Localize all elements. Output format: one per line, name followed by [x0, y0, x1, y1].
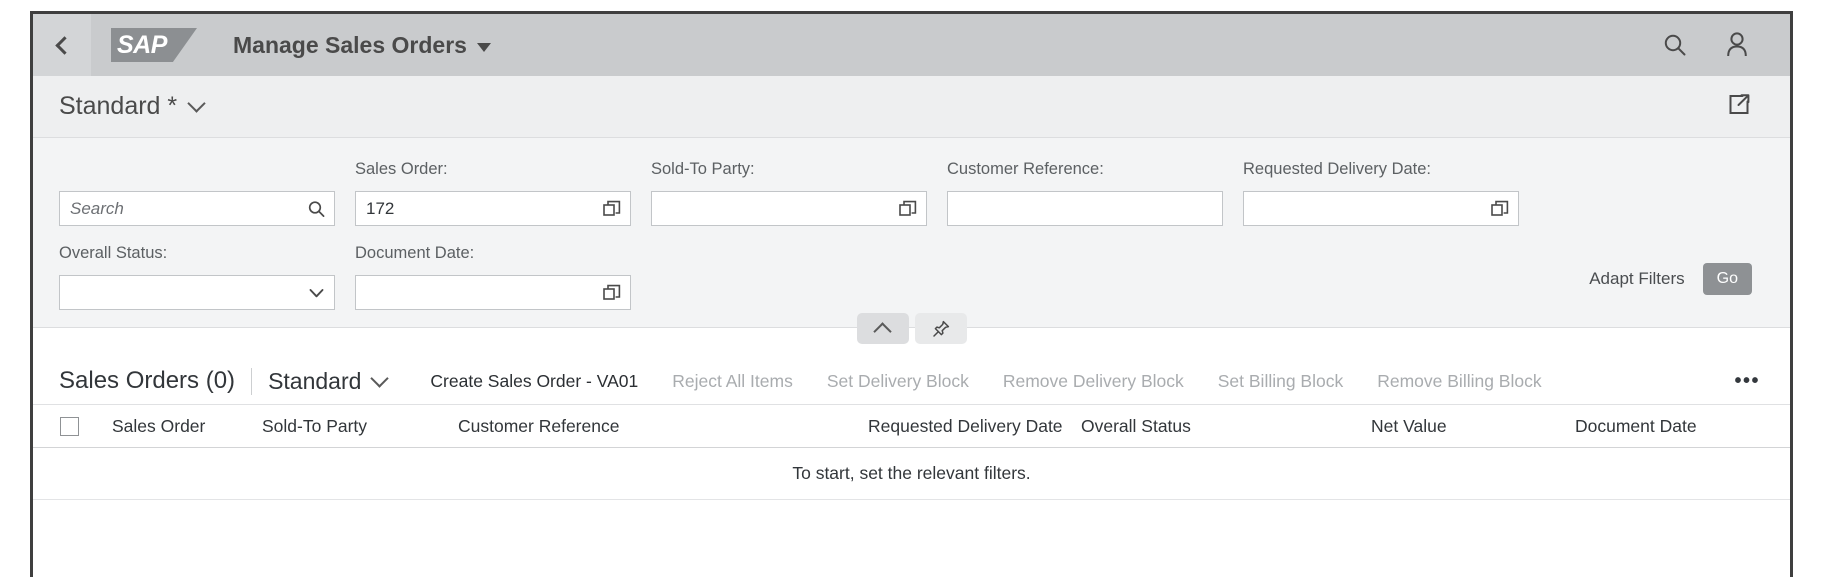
reject-all-items-button: Reject All Items — [672, 370, 793, 391]
shell-actions — [1662, 14, 1790, 76]
overall-status-input[interactable] — [60, 276, 334, 309]
filter-document-date-label: Document Date: — [355, 244, 475, 262]
back-chevron-icon — [55, 35, 74, 55]
chevron-down-icon — [187, 94, 206, 113]
pin-filter-bar-button[interactable] — [914, 313, 967, 344]
sap-logo-shape: SAP — [111, 28, 197, 62]
filter-actions: Adapt Filters Go — [1589, 263, 1752, 295]
document-date-field[interactable] — [355, 275, 631, 310]
filter-overall-status-cell: Overall Status: — [59, 244, 355, 310]
back-button[interactable] — [33, 14, 91, 76]
select-all-checkbox[interactable] — [60, 416, 79, 436]
filter-customer-reference-cell: Customer Reference: — [947, 160, 1243, 226]
sap-logo-text: SAP — [117, 31, 167, 59]
value-help-icon[interactable] — [602, 283, 622, 303]
column-header-net-value[interactable]: Net Value — [1371, 416, 1575, 437]
sold-to-party-input[interactable] — [652, 192, 926, 225]
filter-customer-reference-label: Customer Reference: — [947, 160, 1104, 178]
remove-delivery-block-button: Remove Delivery Block — [1002, 370, 1184, 391]
requested-delivery-date-input[interactable] — [1244, 192, 1518, 225]
sales-order-field[interactable] — [355, 191, 631, 226]
variant-selector[interactable]: Standard * — [59, 92, 206, 121]
filter-sales-order-cell: Sales Order: — [355, 160, 651, 226]
document-date-input[interactable] — [356, 276, 630, 309]
column-header-requested-delivery-date[interactable]: Requested Delivery Date — [868, 416, 1081, 437]
table-empty-message: To start, set the relevant filters. — [792, 463, 1031, 483]
filter-bar-toggle-strip — [33, 313, 1790, 344]
app-title-text: Manage Sales Orders — [233, 31, 467, 58]
filter-document-date-cell: Document Date: — [355, 244, 651, 310]
set-delivery-block-button: Set Delivery Block — [826, 370, 969, 391]
table-variant-selector[interactable]: Standard — [268, 367, 390, 395]
set-billing-block-button: Set Billing Block — [1217, 370, 1344, 391]
shell-header: SAP Manage Sales Orders — [33, 14, 1790, 76]
search-icon[interactable] — [1662, 32, 1688, 58]
column-header-sales-order[interactable]: Sales Order — [112, 416, 262, 437]
filter-bar: Sales Order: Sold-To Party: — [33, 138, 1790, 344]
chevron-down-icon — [370, 369, 390, 388]
filter-overall-status-label: Overall Status: — [59, 244, 168, 262]
table-variant-label: Standard — [268, 367, 362, 394]
sold-to-party-field[interactable] — [651, 191, 927, 226]
table-action-buttons: Create Sales Order - VA01 Reject All Ite… — [430, 370, 1764, 393]
customer-reference-input[interactable] — [948, 192, 1222, 225]
filter-requested-delivery-date-cell: Requested Delivery Date: — [1243, 160, 1539, 226]
go-button[interactable]: Go — [1702, 263, 1752, 295]
table-footer-spacer — [33, 500, 1790, 518]
search-input[interactable] — [60, 192, 334, 225]
app-screenshot: SAP Manage Sales Orders Standard * Searc… — [0, 0, 1823, 587]
sap-logo: SAP — [111, 28, 197, 62]
requested-delivery-date-field[interactable] — [1243, 191, 1519, 226]
column-header-document-date[interactable]: Document Date — [1575, 416, 1697, 437]
user-avatar-icon[interactable] — [1724, 31, 1750, 59]
remove-billing-block-button: Remove Billing Block — [1377, 370, 1542, 391]
value-help-icon[interactable] — [898, 199, 918, 219]
column-header-sold-to-party[interactable]: Sold-To Party — [262, 416, 458, 437]
create-sales-order-button[interactable]: Create Sales Order - VA01 — [430, 371, 638, 392]
share-export-icon[interactable] — [1726, 91, 1752, 122]
adapt-filters-button[interactable]: Adapt Filters — [1589, 269, 1684, 289]
app-window: SAP Manage Sales Orders Standard * Searc… — [30, 11, 1793, 577]
table-column-headers: Sales Order Sold-To Party Customer Refer… — [33, 404, 1790, 448]
column-header-customer-reference[interactable]: Customer Reference — [458, 416, 868, 437]
variant-title-text: Standard * — [59, 92, 178, 120]
variant-header: Standard * — [33, 76, 1790, 138]
app-title[interactable]: Manage Sales Orders — [233, 32, 491, 59]
chevron-up-icon — [873, 321, 892, 341]
filter-requested-delivery-date-label: Requested Delivery Date: — [1243, 160, 1432, 178]
column-header-overall-status[interactable]: Overall Status — [1081, 416, 1371, 437]
customer-reference-field[interactable] — [947, 191, 1223, 226]
sales-orders-table-section: Sales Orders (0) Standard Create Sales O… — [33, 328, 1790, 518]
pin-icon — [932, 320, 949, 337]
search-field[interactable] — [59, 191, 335, 226]
value-help-icon[interactable] — [602, 199, 622, 219]
filter-sales-order-label: Sales Order: — [355, 160, 448, 178]
table-toolbar: Sales Orders (0) Standard Create Sales O… — [33, 358, 1790, 404]
chevron-down-icon — [476, 42, 491, 52]
filter-sold-to-party-label: Sold-To Party: — [651, 160, 755, 178]
sales-order-input[interactable] — [356, 192, 630, 225]
search-icon[interactable] — [307, 199, 326, 218]
collapse-filter-bar-button[interactable] — [856, 313, 909, 344]
overall-status-field[interactable] — [59, 275, 335, 310]
toolbar-divider — [251, 367, 253, 395]
filter-sold-to-party-cell: Sold-To Party: — [651, 160, 947, 226]
table-empty-state-row: To start, set the relevant filters. — [33, 448, 1790, 500]
table-title: Sales Orders (0) — [59, 367, 236, 394]
overflow-dots-icon[interactable]: ••• — [1734, 370, 1764, 393]
value-help-icon[interactable] — [1490, 199, 1510, 219]
filter-search-cell — [59, 160, 355, 226]
chevron-down-icon[interactable] — [307, 283, 326, 302]
filter-row-1: Sales Order: Sold-To Party: — [33, 160, 1790, 226]
filter-row-2: Overall Status: Document Date: — [33, 244, 1790, 310]
